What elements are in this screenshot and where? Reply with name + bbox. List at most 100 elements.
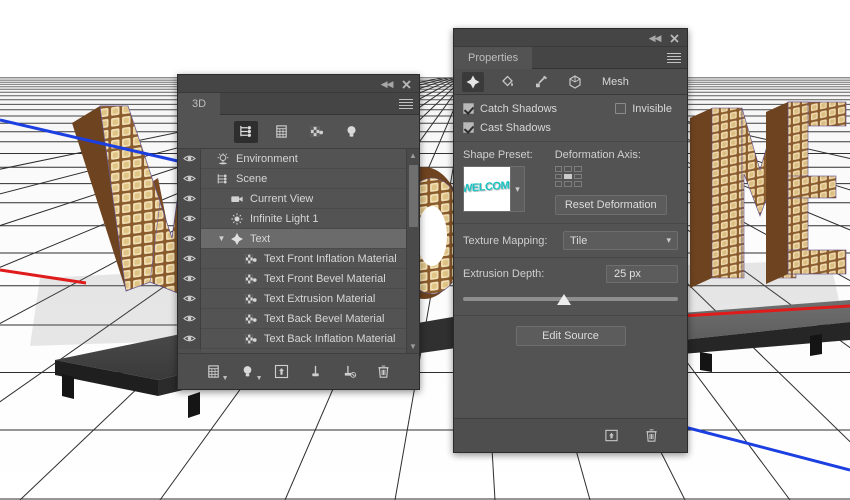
cast-shadows-label: Cast Shadows: [480, 121, 551, 134]
scene-tree-row-label: Text: [250, 232, 271, 245]
scene-tree-row-text-back-inflation-material[interactable]: Text Back Inflation Material: [178, 328, 419, 349]
extrusion-depth-input[interactable]: 25 px: [606, 265, 678, 283]
delete-button[interactable]: [374, 362, 394, 382]
add-mesh-button[interactable]: ▼: [204, 362, 229, 382]
light-rays-icon[interactable]: [530, 72, 552, 92]
shape-preset-thumbnail[interactable]: WELCOME: [463, 166, 511, 212]
shape-preset-dropdown-arrow[interactable]: ▾: [511, 166, 525, 212]
scene-tree-row-scene[interactable]: Scene: [178, 168, 419, 189]
catch-shadows-row[interactable]: Catch Shadows: [463, 100, 557, 117]
3d-panel-titlebar: ◀◀: [178, 75, 419, 93]
properties-footer[interactable]: [454, 418, 687, 452]
panel-menu-icon[interactable]: [667, 53, 681, 63]
letter-group-right[interactable]: [668, 101, 850, 372]
3d-viewport-canvas[interactable]: [0, 0, 850, 500]
invisible-label: Invisible: [632, 102, 672, 115]
catch-shadows-checkbox[interactable]: [463, 103, 474, 114]
close-icon[interactable]: [668, 32, 681, 45]
scene-tree-row-label: Environment: [236, 152, 298, 165]
invisible-checkbox[interactable]: [615, 103, 627, 114]
slider-thumb[interactable]: [557, 294, 572, 305]
visibility-toggle-eye-icon[interactable]: [178, 149, 201, 169]
tab-properties[interactable]: Properties: [454, 47, 533, 69]
material-icon: [242, 312, 260, 326]
properties-panel[interactable]: ◀◀ Properties Mesh Catch Shadows Invisib…: [453, 28, 688, 453]
scene-tree-row-environment[interactable]: Environment: [178, 149, 419, 169]
add-environment-button[interactable]: [272, 362, 292, 382]
deformation-axis-cell-6[interactable]: [554, 181, 563, 187]
3d-filter-toolbar[interactable]: [178, 115, 419, 149]
deformation-axis-cell-0[interactable]: [554, 166, 563, 172]
chevron-down-icon: ▼: [255, 374, 263, 382]
visibility-toggle-eye-icon[interactable]: [178, 268, 201, 289]
visibility-toggle-eye-icon[interactable]: [178, 188, 201, 209]
deformation-axis-cell-1[interactable]: [564, 166, 573, 172]
texture-mapping-select[interactable]: Tile ▾: [563, 231, 678, 250]
scene-tree-row-text-front-inflation-material[interactable]: Text Front Inflation Material: [178, 248, 419, 269]
3d-panel[interactable]: ◀◀ 3D Environment Scene Current View Inf…: [177, 74, 420, 390]
tab-3d[interactable]: 3D: [178, 93, 221, 115]
scene-tree-row-current-view[interactable]: Current View: [178, 188, 419, 209]
constraint-button[interactable]: [306, 362, 326, 382]
deformation-axis-cell-4[interactable]: [564, 173, 573, 180]
scene-tree-row-text-back-bevel-material[interactable]: Text Back Bevel Material: [178, 308, 419, 329]
double-chevron-left-icon[interactable]: ◀◀: [380, 79, 394, 90]
deformation-axis-cell-5[interactable]: [574, 173, 582, 180]
visibility-toggle-eye-icon[interactable]: [178, 168, 201, 189]
scene-tree-row-label: Scene: [236, 172, 268, 185]
invisible-row[interactable]: Invisible: [615, 100, 672, 117]
deformation-axis-cell-3[interactable]: [554, 173, 563, 180]
scene-filter-icon[interactable]: [234, 120, 258, 143]
scrollbar-thumb[interactable]: [409, 165, 418, 227]
visibility-toggle-eye-icon[interactable]: [178, 308, 201, 329]
mesh-filter-icon[interactable]: [269, 121, 293, 143]
add-light-button[interactable]: ▼: [238, 362, 263, 382]
scroll-up-icon[interactable]: ▲: [407, 149, 419, 162]
lights-filter-icon[interactable]: [339, 121, 363, 143]
visibility-toggle-eye-icon[interactable]: [178, 248, 201, 269]
coordinates-cube-icon[interactable]: [564, 72, 586, 92]
deformation-axis-grid[interactable]: [554, 166, 582, 187]
3d-panel-scrollbar[interactable]: ▲ ▼: [406, 149, 419, 353]
visibility-toggle-eye-icon[interactable]: [178, 228, 201, 249]
viewport-sky: [0, 0, 850, 78]
scene-tree-row-label: Text Back Bevel Material: [264, 312, 385, 325]
scene-tree-row-text-front-bevel-material[interactable]: Text Front Bevel Material: [178, 268, 419, 289]
visibility-toggle-eye-icon[interactable]: [178, 208, 201, 229]
scene-3d-objects[interactable]: [0, 78, 850, 500]
visibility-toggle-eye-icon[interactable]: [178, 288, 201, 309]
deformation-axis-cell-2[interactable]: [574, 166, 582, 172]
deformation-axis-cell-8[interactable]: [574, 181, 582, 187]
materials-filter-icon[interactable]: [304, 121, 328, 143]
scroll-down-icon[interactable]: ▼: [407, 340, 419, 353]
double-chevron-left-icon[interactable]: ◀◀: [648, 33, 662, 44]
cast-shadows-row[interactable]: Cast Shadows: [463, 119, 678, 136]
scene-tree-row-text[interactable]: ▼ Text: [178, 228, 419, 249]
3d-panel-tabstrip[interactable]: 3D: [178, 93, 419, 115]
paint-bucket-icon[interactable]: [496, 72, 518, 92]
trash-icon[interactable]: [641, 426, 661, 446]
3d-scene-tree[interactable]: Environment Scene Current View Infinite Lig…: [178, 149, 419, 353]
properties-tabstrip[interactable]: Properties: [454, 47, 687, 69]
panel-menu-icon[interactable]: [399, 99, 413, 109]
close-icon[interactable]: [400, 78, 413, 91]
reset-deformation-button[interactable]: Reset Deformation: [554, 195, 667, 215]
properties-mode-tabs[interactable]: Mesh: [454, 69, 687, 95]
extrusion-depth-label: Extrusion Depth:: [463, 268, 545, 280]
extrusion-depth-slider[interactable]: [463, 292, 678, 306]
deformation-axis-cell-7[interactable]: [564, 181, 573, 187]
edit-source-button[interactable]: Edit Source: [515, 326, 626, 346]
shape-deformation-section: Shape Preset: WELCOME ▾ Deformation Axis…: [454, 142, 687, 224]
3d-panel-bottom-toolbar[interactable]: ▼ ▼: [178, 353, 419, 389]
scene-tree-row-infinite-light-1[interactable]: Infinite Light 1: [178, 208, 419, 229]
cast-shadows-checkbox[interactable]: [463, 122, 474, 133]
photoshop-3d-workspace: ◀◀ 3D Environment Scene Current View Inf…: [0, 0, 850, 500]
visibility-toggle-eye-icon[interactable]: [178, 328, 201, 349]
scene-tree-row-text-extrusion-material[interactable]: Text Extrusion Material: [178, 288, 419, 309]
render-icon[interactable]: [601, 426, 621, 446]
scene-tree-row-label: Infinite Light 1: [250, 212, 319, 225]
remove-constraint-button[interactable]: [340, 362, 360, 382]
mesh-tab[interactable]: [462, 71, 484, 92]
chevron-down-icon[interactable]: ▼: [215, 234, 228, 243]
camera-icon: [228, 192, 246, 206]
